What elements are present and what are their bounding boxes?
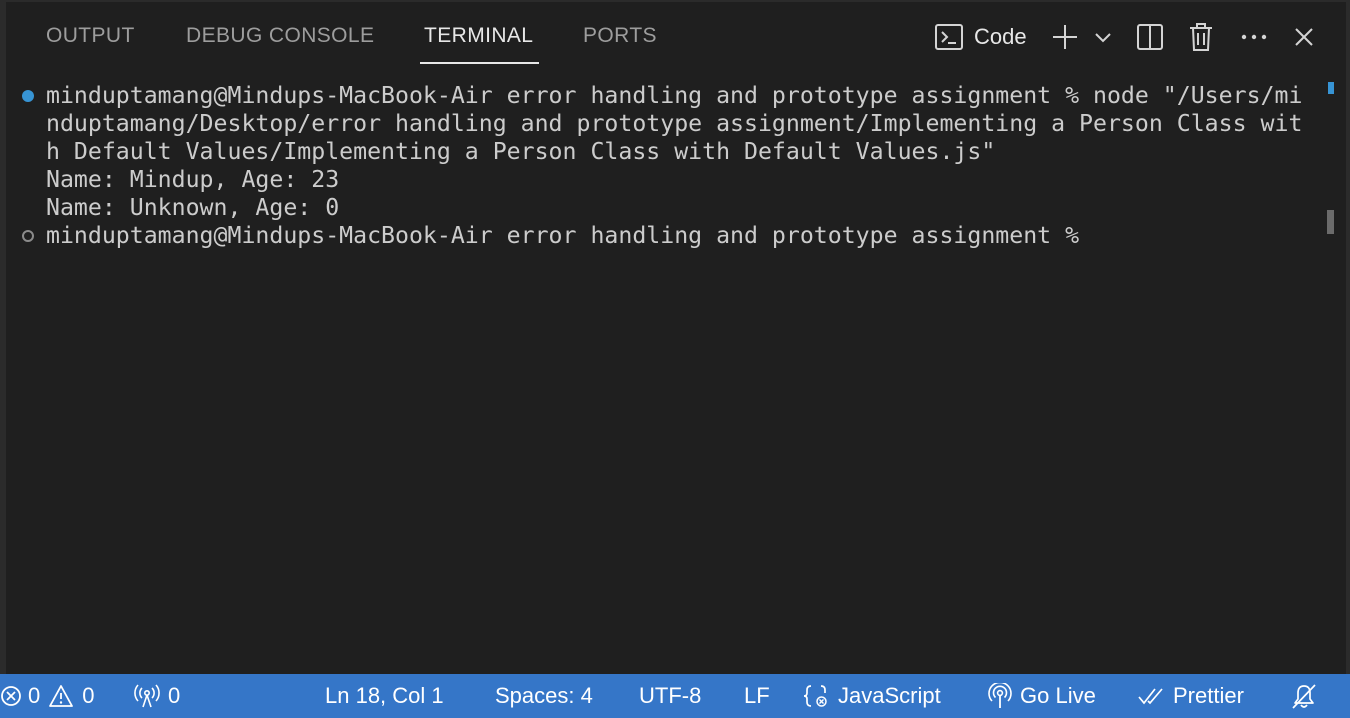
scrollbar-marker: [1328, 82, 1334, 94]
terminal-output[interactable]: minduptamang@Mindups-MacBook-Air error h…: [46, 82, 1316, 250]
warning-count: 0: [82, 683, 95, 708]
left-border: [0, 0, 6, 674]
tab-ports[interactable]: PORTS: [583, 24, 657, 48]
command-success-decoration[interactable]: [22, 90, 34, 102]
new-terminal-button[interactable]: [1049, 20, 1081, 54]
tab-debug-console[interactable]: DEBUG CONSOLE: [186, 24, 374, 48]
go-live-button[interactable]: Go Live: [988, 674, 1096, 718]
close-icon: [1293, 26, 1315, 48]
encoding-selector[interactable]: UTF-8: [639, 674, 701, 718]
split-editor-icon: [1136, 23, 1164, 51]
terminal-line: nduptamang/Desktop/error handling and pr…: [46, 110, 1303, 137]
indentation-selector[interactable]: Spaces: 4: [495, 674, 593, 718]
warning-icon: [48, 684, 82, 708]
status-bar: 0 0 0 Ln 18, Col 1 Spaces: 4 UTF-8 LF Ja…: [0, 674, 1350, 718]
braces-icon: [802, 683, 838, 709]
split-terminal-button[interactable]: [1134, 20, 1166, 54]
tab-terminal[interactable]: TERMINAL: [424, 24, 533, 48]
launch-profile-dropdown[interactable]: [1092, 20, 1114, 54]
trash-icon: [1188, 22, 1214, 52]
go-live-label: Go Live: [1020, 683, 1096, 708]
prettier-label: Prettier: [1173, 683, 1244, 708]
cursor-position[interactable]: Ln 18, Col 1: [325, 674, 444, 718]
double-check-icon: [1137, 685, 1173, 707]
vscode-panel-window: OUTPUT DEBUG CONSOLE TERMINAL PORTS Code: [0, 0, 1350, 718]
terminal-line: Name: Unknown, Age: 0: [46, 194, 340, 221]
plus-icon: [1051, 23, 1079, 51]
terminal-selector-label: Code: [974, 24, 1027, 49]
line-ending-selector[interactable]: LF: [744, 674, 770, 718]
problems-indicator[interactable]: 0 0: [0, 674, 95, 718]
terminal-line: minduptamang@Mindups-MacBook-Air error h…: [46, 82, 1303, 109]
ports-count: 0: [168, 683, 181, 708]
broadcast-icon: [134, 684, 168, 708]
terminal-icon: [934, 23, 964, 51]
terminal-selector-button[interactable]: Code: [934, 20, 1027, 54]
notifications-button[interactable]: [1290, 674, 1326, 718]
kill-terminal-button[interactable]: [1186, 20, 1216, 54]
terminal-line: h Default Values/Implementing a Person C…: [46, 138, 996, 165]
terminal-prompt-line: minduptamang@Mindups-MacBook-Air error h…: [46, 222, 1094, 249]
ports-indicator[interactable]: 0: [134, 674, 180, 718]
active-tab-indicator: [420, 62, 539, 64]
scrollbar-thumb[interactable]: [1327, 210, 1334, 234]
command-pending-decoration[interactable]: [22, 230, 34, 242]
language-label: JavaScript: [838, 683, 941, 708]
chevron-down-icon: [1094, 31, 1112, 43]
close-panel-button[interactable]: [1290, 20, 1318, 54]
prettier-button[interactable]: Prettier: [1137, 674, 1244, 718]
error-icon: [0, 685, 28, 707]
error-count: 0: [28, 683, 41, 708]
more-icon: [1240, 33, 1268, 41]
bell-slash-icon: [1290, 682, 1326, 710]
more-actions-button[interactable]: [1238, 20, 1270, 54]
panel-header: OUTPUT DEBUG CONSOLE TERMINAL PORTS Code: [6, 2, 1346, 70]
tab-output[interactable]: OUTPUT: [46, 24, 135, 48]
terminal-line: Name: Mindup, Age: 23: [46, 166, 340, 193]
broadcast-tower-icon: [988, 683, 1020, 709]
right-border: [1346, 0, 1350, 674]
language-mode-selector[interactable]: JavaScript: [802, 674, 941, 718]
